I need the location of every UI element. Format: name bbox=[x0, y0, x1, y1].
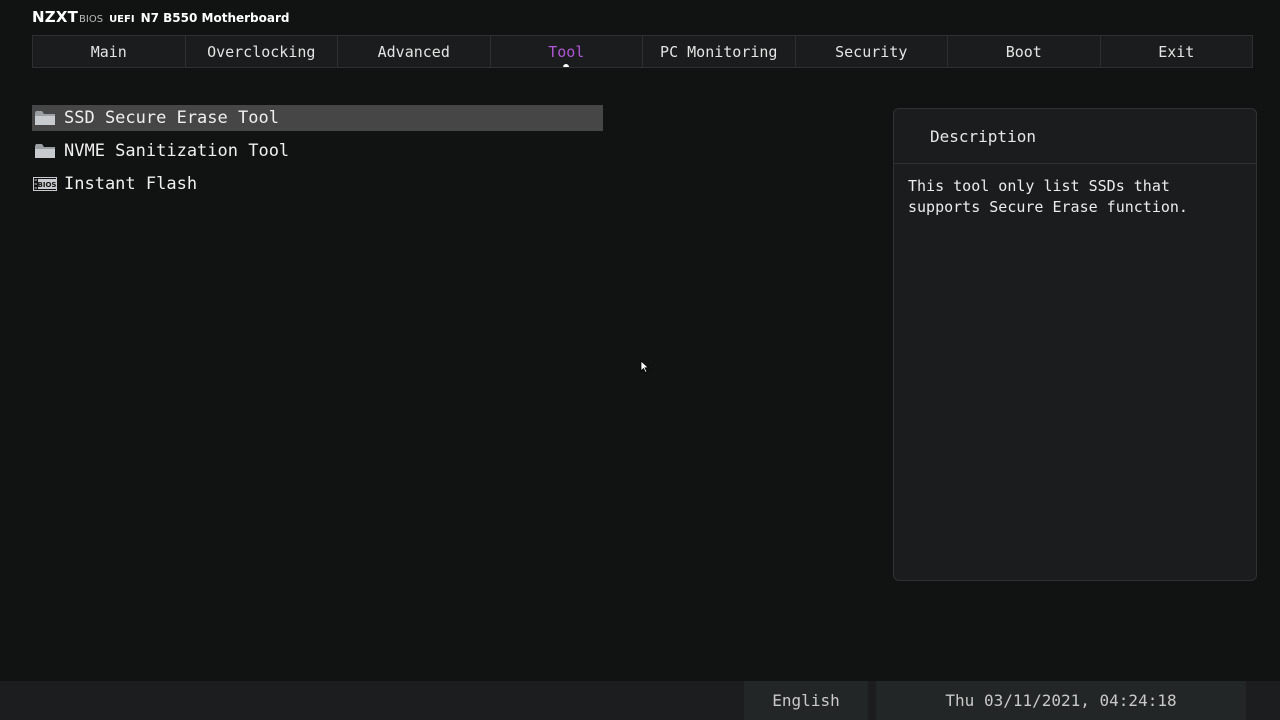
tab-boot[interactable]: Boot bbox=[948, 36, 1101, 67]
folder-icon bbox=[32, 105, 58, 131]
description-title: Description bbox=[894, 109, 1256, 164]
system-datetime: Thu 03/11/2021, 04:24:18 bbox=[876, 681, 1246, 720]
tab-label: Tool bbox=[548, 42, 585, 61]
description-text: This tool only list SSDs that supports S… bbox=[908, 177, 1188, 216]
status-bar: English Thu 03/11/2021, 04:24:18 bbox=[0, 681, 1280, 720]
tab-overclocking[interactable]: Overclocking bbox=[186, 36, 338, 67]
tab-label: Exit bbox=[1158, 42, 1195, 61]
menu-item-ssd-secure-erase[interactable]: SSD Secure Erase Tool bbox=[32, 105, 603, 131]
bios-chip-icon-text: BIOS bbox=[38, 181, 57, 189]
tab-label: Main bbox=[90, 42, 127, 61]
menu-item-nvme-sanitization[interactable]: NVME Sanitization Tool bbox=[32, 138, 603, 164]
menu-item-label: SSD Secure Erase Tool bbox=[64, 108, 279, 128]
tab-exit[interactable]: Exit bbox=[1101, 36, 1253, 67]
bios-brand-header: NZXT BIOS UEFI N7 B550 Motherboard bbox=[32, 8, 289, 28]
folder-icon bbox=[32, 138, 58, 164]
tab-label: Overclocking bbox=[207, 42, 316, 61]
tab-label: Advanced bbox=[377, 42, 450, 61]
language-selector[interactable]: English bbox=[744, 681, 868, 720]
tool-menu-list: SSD Secure Erase Tool NVME Sanitization … bbox=[32, 105, 603, 204]
tab-advanced[interactable]: Advanced bbox=[338, 36, 491, 67]
tab-tool[interactable]: Tool bbox=[491, 36, 643, 67]
bios-label: BIOS bbox=[79, 14, 104, 25]
menu-item-label: Instant Flash bbox=[64, 174, 198, 194]
active-tab-indicator bbox=[563, 64, 570, 67]
mouse-cursor-icon bbox=[640, 360, 650, 374]
nzxt-logo: NZXT bbox=[32, 8, 79, 26]
menu-item-label: NVME Sanitization Tool bbox=[64, 141, 290, 161]
tab-main[interactable]: Main bbox=[33, 36, 186, 67]
tab-pc-monitoring[interactable]: PC Monitoring bbox=[643, 36, 796, 67]
bios-chip-icon: BIOS bbox=[32, 171, 58, 197]
tab-label: Security bbox=[835, 42, 908, 61]
motherboard-model: N7 B550 Motherboard bbox=[140, 11, 290, 25]
tab-label: PC Monitoring bbox=[660, 42, 778, 61]
uefi-label: UEFI bbox=[109, 14, 135, 25]
menu-item-instant-flash[interactable]: BIOS Instant Flash bbox=[32, 171, 603, 197]
main-tab-bar: Main Overclocking Advanced Tool PC Monit… bbox=[32, 35, 1253, 68]
tab-label: Boot bbox=[1005, 42, 1042, 61]
tab-security[interactable]: Security bbox=[796, 36, 948, 67]
description-panel: Description This tool only list SSDs tha… bbox=[893, 108, 1257, 581]
